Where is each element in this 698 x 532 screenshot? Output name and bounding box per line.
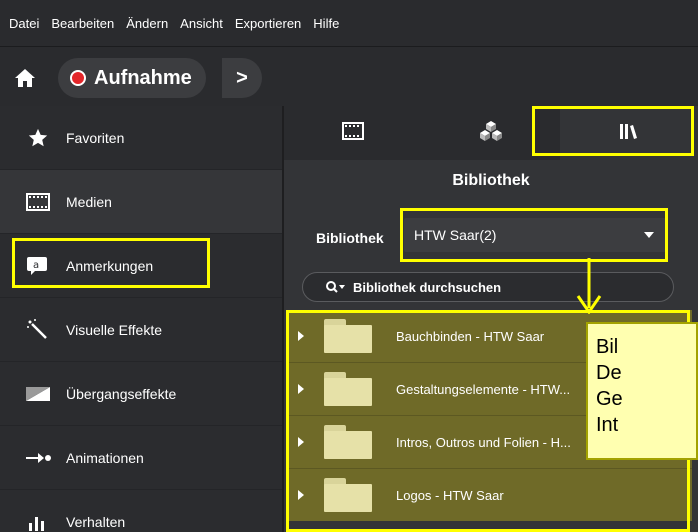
star-icon	[24, 127, 52, 149]
record-dot-icon	[70, 70, 86, 86]
animation-arrow-icon	[24, 447, 52, 469]
highlight-anmerkungen	[12, 238, 210, 288]
cubes-tab-icon	[479, 120, 503, 147]
record-options-button[interactable]: >	[222, 58, 262, 98]
toolbar: Aufnahme >	[0, 46, 698, 106]
record-button[interactable]: Aufnahme	[58, 58, 206, 98]
sidebar-item-label: Übergangseffekte	[66, 385, 177, 402]
callout-line: Int	[596, 414, 619, 436]
home-icon[interactable]	[14, 67, 36, 89]
sidebar: Favoriten Medien a Anmerkungen Visuelle …	[0, 106, 282, 532]
sidebar-item-label: Verhalten	[66, 513, 126, 530]
down-arrow-icon	[576, 258, 602, 314]
callout-line: Bil	[596, 336, 619, 358]
tab-media-bin[interactable]	[284, 106, 422, 160]
menu-datei[interactable]: Datei	[9, 16, 39, 31]
sidebar-item-label: Animationen	[66, 449, 144, 466]
callout-line: De	[596, 362, 622, 384]
sidebar-item-label: Favoriten	[66, 129, 125, 146]
library-search-input[interactable]: Bibliothek durchsuchen	[302, 272, 674, 302]
highlight-library-tab	[532, 106, 694, 156]
record-label: Aufnahme	[94, 66, 192, 89]
sidebar-item-medien[interactable]: Medien	[0, 170, 282, 234]
search-icon	[325, 280, 347, 294]
menu-hilfe[interactable]: Hilfe	[313, 16, 339, 31]
sidebar-item-favoriten[interactable]: Favoriten	[0, 106, 282, 170]
menu-ansicht[interactable]: Ansicht	[180, 16, 223, 31]
callout-box: Bil De Ge Int	[586, 322, 698, 460]
search-placeholder: Bibliothek durchsuchen	[353, 279, 502, 295]
sidebar-item-label: Visuelle Effekte	[66, 321, 162, 338]
sidebar-item-uebergangseffekte[interactable]: Übergangseffekte	[0, 362, 282, 426]
magic-wand-icon	[24, 318, 52, 341]
sidebar-item-visuelle-effekte[interactable]: Visuelle Effekte	[0, 298, 282, 362]
menu-exportieren[interactable]: Exportieren	[235, 16, 301, 31]
library-select-label: Bibliothek	[316, 230, 384, 246]
menu-aendern[interactable]: Ändern	[126, 16, 168, 31]
menu-bar: Datei Bearbeiten Ändern Ansicht Exportie…	[0, 0, 698, 46]
sidebar-item-verhalten[interactable]: Verhalten	[0, 490, 282, 532]
behavior-icon	[24, 511, 52, 532]
highlight-library-select	[400, 208, 668, 262]
callout-line: Ge	[596, 388, 623, 410]
sidebar-item-animationen[interactable]: Animationen	[0, 426, 282, 490]
sidebar-item-label: Medien	[66, 193, 112, 210]
menu-bearbeiten[interactable]: Bearbeiten	[51, 16, 114, 31]
film-tab-icon	[342, 121, 364, 145]
film-icon	[24, 191, 52, 213]
transition-icon	[24, 383, 52, 405]
library-title: Bibliothek	[452, 172, 530, 189]
